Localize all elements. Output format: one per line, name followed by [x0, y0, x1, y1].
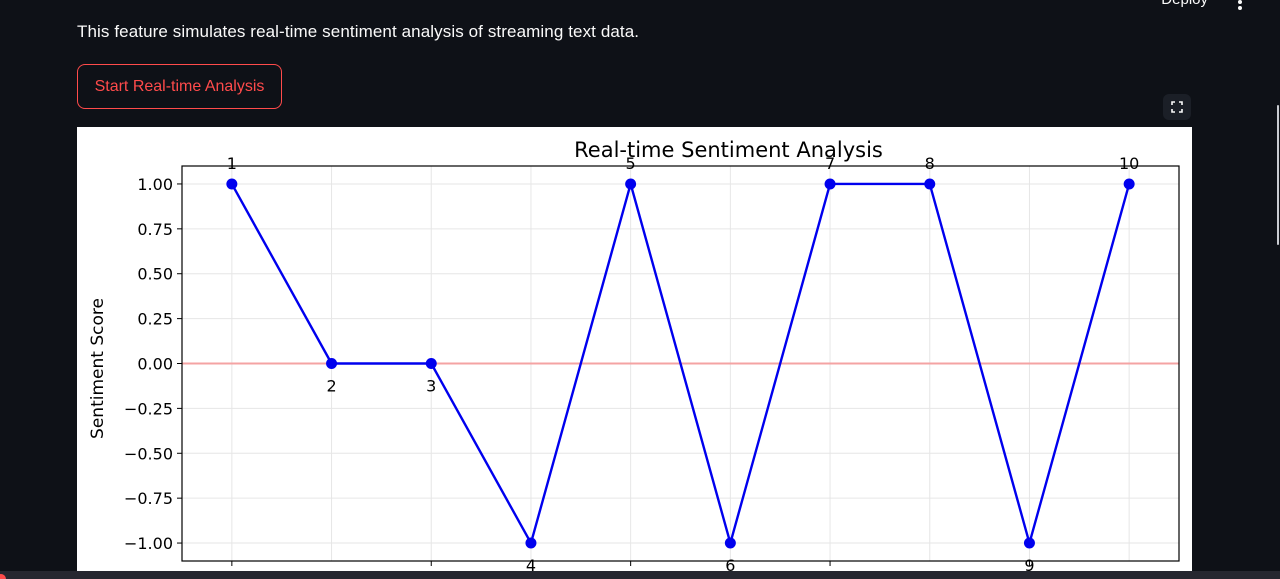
deploy-button[interactable]: Deploy — [1161, 0, 1208, 8]
y-tick-label: −0.75 — [124, 489, 173, 508]
data-point — [824, 178, 836, 190]
data-point-label: 2 — [326, 377, 336, 396]
data-point-label: 10 — [1119, 154, 1139, 173]
data-point — [1023, 537, 1035, 549]
data-point — [525, 537, 537, 549]
data-point — [1123, 178, 1135, 190]
bottom-status-strip — [0, 571, 1280, 579]
sentiment-chart: 1.00 0.75 0.50 0.25 0.00 −0.25 −0.50 −0.75 −1.00… — [77, 127, 1192, 571]
y-tick-label: −0.50 — [124, 444, 173, 463]
y-tick-label: −0.25 — [124, 399, 173, 418]
top-toolbar: Deploy — [1080, 0, 1280, 14]
sentiment-chart-svg: 1.00 0.75 0.50 0.25 0.00 −0.25 −0.50 −0.75 −1.00… — [88, 138, 1180, 571]
data-point-label: 7 — [825, 154, 835, 173]
y-axis-label: Sentiment Score — [88, 298, 108, 439]
data-point — [625, 178, 637, 190]
data-point-label: 4 — [526, 556, 536, 571]
fullscreen-button[interactable] — [1163, 94, 1191, 120]
y-tick-label: −1.00 — [124, 534, 173, 553]
data-point-label: 5 — [626, 154, 636, 173]
data-point — [924, 178, 936, 190]
data-point — [425, 358, 437, 369]
chart-title: Real-time Sentiment Analysis — [574, 138, 883, 162]
data-point-label: 3 — [426, 377, 436, 396]
y-tick-label: 1.00 — [137, 175, 173, 194]
feature-description: This feature simulates real-time sentime… — [77, 22, 640, 41]
scrollbar-thumb[interactable] — [1277, 105, 1279, 245]
start-analysis-button[interactable]: Start Real-time Analysis — [77, 64, 282, 109]
data-point — [326, 358, 338, 369]
y-tick-label: 0.00 — [137, 355, 173, 374]
y-tick-label: 0.25 — [137, 310, 173, 329]
y-tick-label: 0.50 — [137, 265, 173, 284]
data-point — [724, 537, 736, 549]
fullscreen-icon — [1171, 101, 1183, 113]
page-scrollbar[interactable] — [1276, 105, 1280, 245]
data-point — [226, 178, 238, 190]
vertical-ellipsis-icon[interactable] — [1236, 0, 1244, 10]
y-tick-label: 0.75 — [137, 220, 173, 239]
app-page: Deploy This feature simulates real-time … — [0, 0, 1280, 579]
data-point-label: 1 — [227, 154, 237, 173]
data-point-label: 8 — [925, 154, 935, 173]
data-point-label: 9 — [1024, 556, 1034, 571]
data-point-label: 6 — [725, 556, 735, 571]
